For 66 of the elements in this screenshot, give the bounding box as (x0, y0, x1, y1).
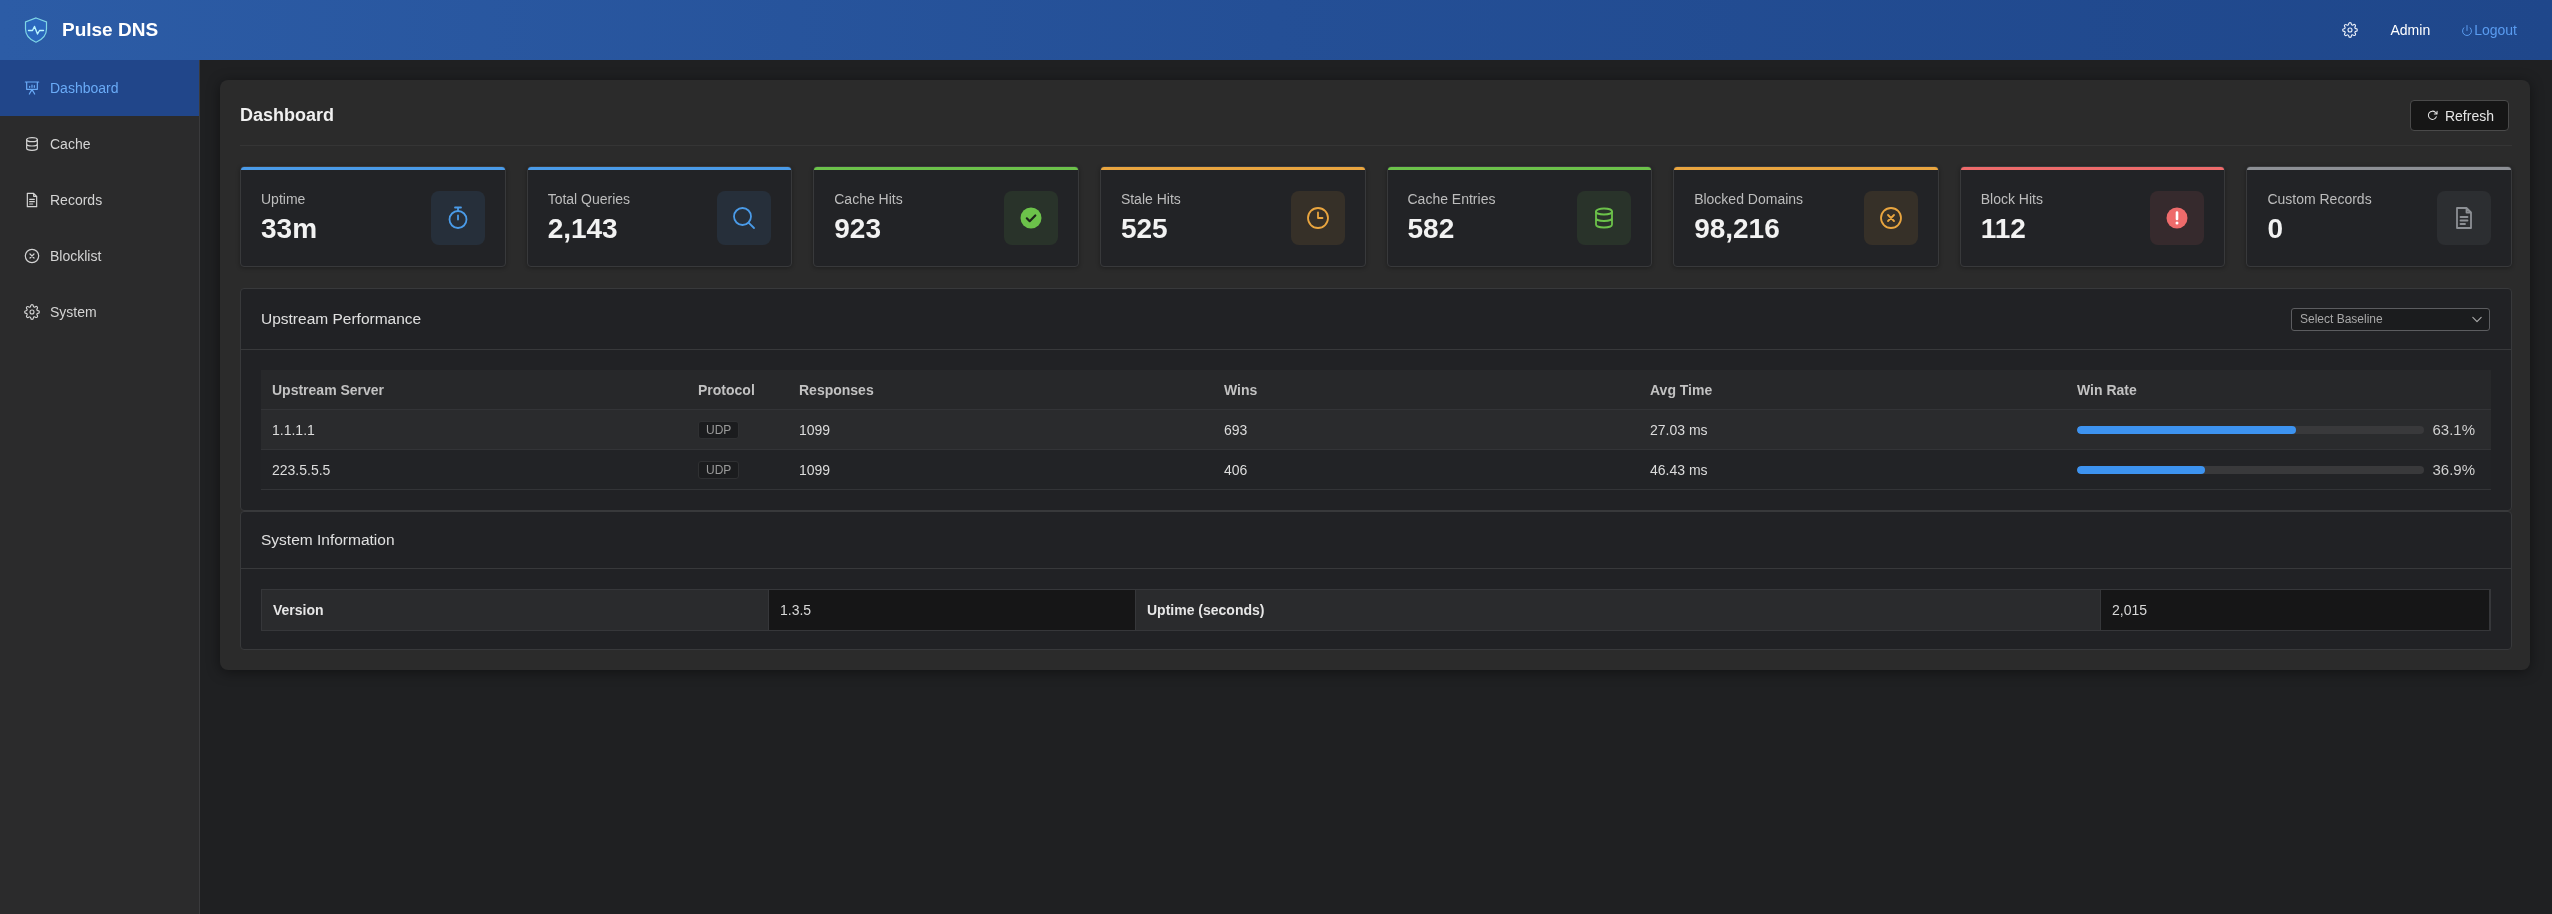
protocol-tag: UDP (698, 420, 740, 439)
stat-label: Stale Hits (1120, 190, 1181, 208)
baseline-select[interactable]: Select Baseline (2291, 307, 2490, 331)
alert-icon (2150, 191, 2205, 245)
presentation-board-icon (24, 80, 40, 96)
stat-value: 98,216 (1694, 212, 1781, 246)
table-cell: 2,015 (2101, 590, 2490, 630)
table-cell-text: 46.43 ms (1649, 460, 1709, 480)
stat-label: Cache Entries (1407, 190, 1496, 208)
panel-title: Upstream Performance (261, 310, 422, 328)
stat-label: Uptime (261, 190, 307, 208)
sidebar-item[interactable]: Records (0, 172, 199, 228)
stat-value: 525 (1120, 212, 1169, 246)
database-icon (1577, 191, 1632, 245)
document-icon (2437, 191, 2491, 245)
clock-icon (1290, 191, 1345, 245)
table-cell: Uptime (seconds) (1136, 590, 2101, 630)
shield-logo-icon (24, 17, 48, 43)
user-name-link[interactable]: Admin (2390, 22, 2431, 38)
stat-label: Blocked Domains (1694, 190, 1804, 208)
table-cell-text: 1099 (798, 420, 832, 440)
sidebar-item[interactable]: Blocklist (0, 228, 199, 284)
settings-icon[interactable] (2342, 22, 2359, 38)
stat-value: 923 (834, 212, 882, 246)
column-header: Wins (1223, 380, 1259, 400)
win-rate-value: 36.9% (2432, 461, 2475, 478)
stat-label: Block Hits (1980, 190, 2043, 208)
refresh-icon (2426, 110, 2438, 121)
column-header: Win Rate (2076, 380, 2138, 400)
stat-label: Cache Hits (834, 190, 903, 208)
table-cell-text: 693 (1223, 420, 1249, 440)
stat-value: 2,143 (547, 212, 619, 246)
search-icon (717, 191, 772, 245)
sidebar-item[interactable]: Dashboard (0, 60, 199, 116)
panel-title: System Information (261, 531, 395, 549)
table-cell-text: 1.1.1.1 (271, 420, 316, 440)
settings-icon (24, 304, 40, 320)
refresh-button[interactable]: Refresh (2409, 100, 2509, 131)
table-cell-text: 223.5.5.5 (271, 460, 332, 480)
stat-value: 33m (261, 212, 318, 246)
chevron-down-icon (2472, 315, 2482, 323)
table-cell: Version (262, 590, 769, 630)
sidebar-item[interactable]: System (0, 284, 199, 340)
sidebar-item[interactable]: Cache (0, 116, 199, 172)
column-header: Protocol (697, 380, 756, 400)
table-cell-text: 1099 (798, 460, 832, 480)
protocol-tag: UDP (698, 460, 740, 479)
stat-value: 582 (1407, 212, 1456, 246)
x-circle-icon (24, 248, 40, 264)
table-cell-text: 406 (1223, 460, 1249, 480)
stat-label: Total Queries (547, 190, 631, 208)
app-title: Pulse DNS (62, 19, 159, 41)
table-cell: 1.3.5 (769, 590, 1136, 630)
column-header: Responses (798, 380, 875, 400)
table-cell-text: 27.03 ms (1649, 420, 1709, 440)
database-icon (24, 136, 40, 152)
column-header: Upstream Server (271, 380, 386, 400)
column-header: Avg Time (1649, 380, 1714, 400)
win-rate-value: 63.1% (2432, 421, 2475, 438)
document-icon (24, 192, 40, 208)
page-title: Dashboard (240, 105, 335, 126)
stat-value: 0 (2267, 212, 2284, 246)
stat-label: Custom Records (2267, 190, 2372, 208)
power-icon (2461, 23, 2474, 37)
stat-value: 112 (1980, 212, 2027, 246)
stopwatch-icon (430, 191, 485, 245)
